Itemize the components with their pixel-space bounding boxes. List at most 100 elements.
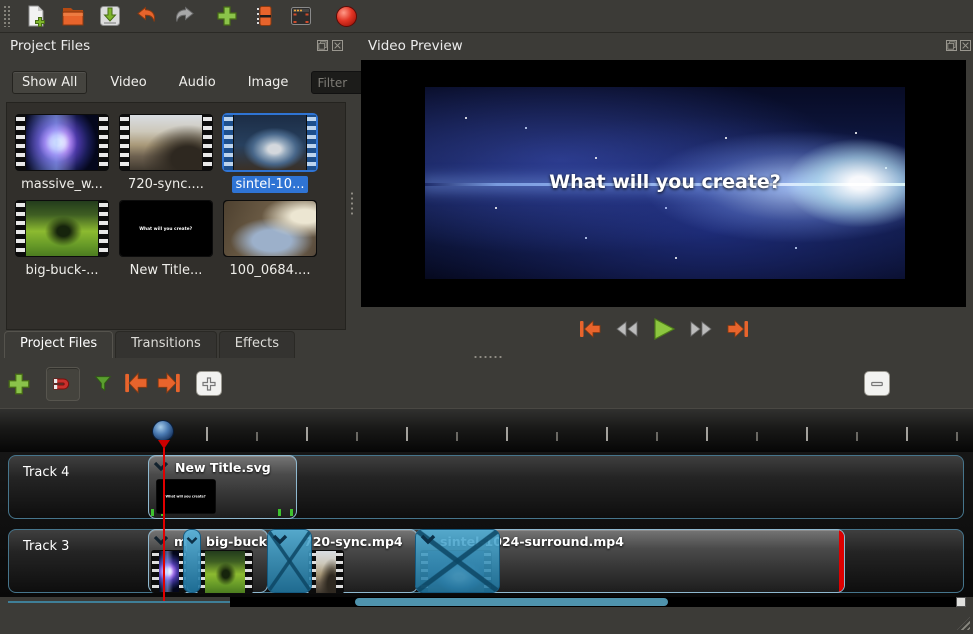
scrollbar-end-box[interactable]: [956, 597, 966, 607]
zoom-out-icon[interactable]: [864, 371, 890, 396]
toolbar-drag-handle[interactable]: [3, 5, 12, 27]
choose-profile-icon[interactable]: [286, 2, 316, 30]
fast-forward-icon[interactable]: [687, 316, 715, 342]
jump-start-icon[interactable]: [576, 316, 604, 342]
file-item-bigbuck[interactable]: big-buck-...: [15, 200, 109, 278]
new-project-icon[interactable]: [21, 2, 51, 30]
clip-menu-chevron-icon[interactable]: [153, 461, 169, 476]
video-preview-frame[interactable]: What will you create?: [361, 60, 966, 307]
files-filter-row: Show All Video Audio Image: [12, 69, 405, 96]
ruler-tick-minor: [556, 432, 558, 441]
openshot-window: Project Files Show All Video Audio Image…: [0, 0, 973, 634]
filter-input[interactable]: [311, 71, 369, 94]
clip-thumbnail-title: What will you create?: [156, 479, 216, 514]
file-item-sintel-selected[interactable]: sintel-10...: [222, 113, 318, 193]
close-panel-icon[interactable]: [332, 40, 343, 55]
tab-project-files[interactable]: Project Files: [4, 331, 114, 358]
playhead-marker[interactable]: [152, 420, 174, 441]
file-caption: big-buck-...: [25, 263, 99, 278]
file-caption: massive_w...: [21, 177, 103, 192]
track-panel-divider: [8, 601, 230, 603]
project-files-panel-title: Project Files: [10, 38, 91, 54]
ruler-tick-minor: [256, 432, 258, 441]
export-video-icon[interactable]: [331, 2, 361, 30]
transition-3[interactable]: [415, 529, 500, 593]
ruler-tick: [806, 427, 808, 441]
project-files-list: massive_w... 720-sync.... sintel-10... b…: [6, 102, 346, 330]
filter-image-button[interactable]: Image: [239, 72, 298, 93]
clip-menu-chevron-icon[interactable]: [153, 535, 169, 550]
file-caption: New Title...: [129, 263, 203, 278]
clip-title-label: 720-sync.mp4: [304, 534, 403, 549]
clip-handle-mark: [290, 509, 293, 516]
clip-thumbnail-720: [308, 550, 344, 594]
clip-thumbnail-massive: [151, 550, 187, 593]
clip-end-marker: [839, 530, 844, 592]
ruler-tick-minor: [356, 432, 358, 441]
panel-splitter-handle[interactable]: [350, 191, 354, 217]
transition-1[interactable]: [183, 529, 201, 593]
file-item-new-title[interactable]: What will you create? New Title...: [119, 200, 213, 278]
rewind-icon[interactable]: [613, 316, 641, 342]
playhead-marker-tip: [158, 440, 170, 449]
filter-audio-button[interactable]: Audio: [170, 72, 225, 93]
ruler-tick-minor: [856, 432, 858, 441]
ruler-tick: [606, 427, 608, 441]
ruler-tick: [206, 427, 208, 441]
timeline-toolbar: 20 seconds: [0, 363, 973, 407]
jump-end-icon[interactable]: [724, 316, 752, 342]
ruler-tick-minor: [756, 432, 758, 441]
main-toolbar: [0, 0, 973, 33]
track-4-label: Track 4: [23, 465, 70, 480]
ruler-tick: [906, 427, 908, 441]
open-project-icon[interactable]: [58, 2, 88, 30]
next-marker-icon[interactable]: [155, 371, 183, 395]
save-project-icon[interactable]: [95, 2, 125, 30]
timeline-ruler[interactable]: 00:00:31:15 00:00:40 00:01:00 00:01:20 0…: [0, 408, 973, 452]
undo-icon[interactable]: [132, 2, 162, 30]
close-preview-icon[interactable]: [960, 40, 971, 55]
title-icon[interactable]: [249, 2, 279, 30]
float-panel-icon[interactable]: [317, 40, 328, 55]
file-caption: 720-sync....: [128, 177, 204, 192]
ruler-tick-minor: [656, 432, 658, 441]
dock-splitter-handle[interactable]: [473, 355, 503, 359]
add-track-icon[interactable]: [6, 371, 32, 397]
play-icon[interactable]: [650, 316, 678, 342]
filter-video-button[interactable]: Video: [101, 72, 155, 93]
video-overlay-text: What will you create?: [549, 171, 781, 194]
clip-handle-mark: [278, 509, 281, 516]
redo-icon[interactable]: [169, 2, 199, 30]
timeline-scrollbar-thumb[interactable]: [355, 598, 668, 606]
ruler-tick: [306, 427, 308, 441]
ruler-tick-minor: [456, 432, 458, 441]
dock-tabs: Project Files Transitions Effects: [4, 331, 295, 358]
ruler-tick-minor: [956, 432, 958, 441]
transition-chevron-icon[interactable]: [272, 534, 288, 549]
file-item-100-0684[interactable]: 100_0684....: [223, 200, 317, 278]
ruler-tick: [706, 427, 708, 441]
tab-effects[interactable]: Effects: [218, 331, 295, 358]
ruler-tick: [406, 427, 408, 441]
video-frame-image: What will you create?: [425, 87, 905, 279]
file-caption: 100_0684....: [229, 263, 311, 278]
razor-marker-icon[interactable]: [92, 373, 114, 395]
previous-marker-icon[interactable]: [122, 371, 150, 395]
window-resize-grip[interactable]: [957, 617, 970, 630]
clip-title-label: New Title.svg: [175, 460, 271, 475]
import-files-icon[interactable]: [212, 2, 242, 30]
transition-chevron-icon[interactable]: [420, 534, 436, 549]
playhead-line[interactable]: [163, 448, 165, 601]
float-preview-icon[interactable]: [946, 40, 957, 55]
snapping-magnet-icon[interactable]: [46, 367, 80, 401]
filter-show-all-button[interactable]: Show All: [12, 71, 88, 94]
file-item-720sync[interactable]: 720-sync....: [119, 114, 213, 192]
file-caption-selected: sintel-10...: [223, 176, 317, 193]
transition-2[interactable]: [267, 529, 312, 593]
track-3-label: Track 3: [23, 539, 70, 554]
file-item-massive[interactable]: massive_w...: [15, 114, 109, 192]
center-playhead-icon[interactable]: [196, 371, 222, 396]
tab-transitions[interactable]: Transitions: [115, 331, 217, 358]
transition-chevron-icon[interactable]: [186, 534, 198, 549]
timeline-tracks-area[interactable]: Track 4 New Title.svg What will you crea…: [0, 452, 973, 597]
